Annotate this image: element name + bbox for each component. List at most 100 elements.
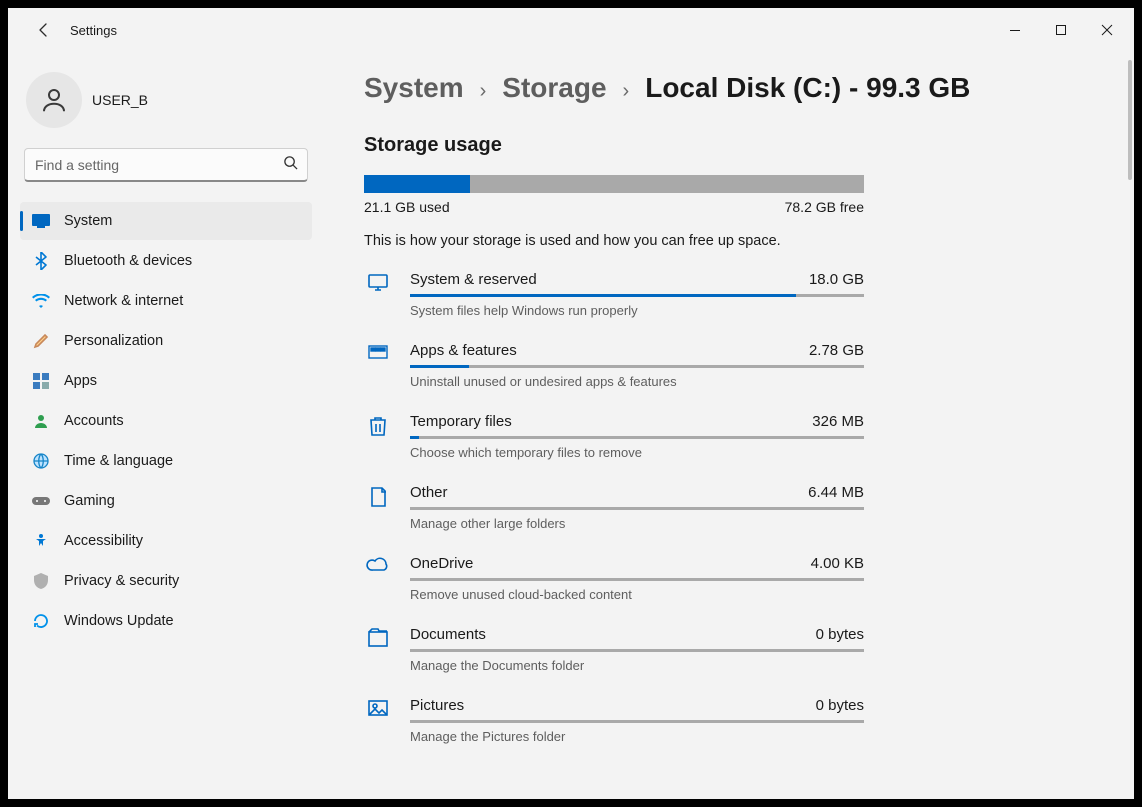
category-title: Pictures bbox=[410, 697, 464, 714]
titlebar: Settings bbox=[8, 8, 1134, 52]
category-head: Pictures 0 bytes bbox=[410, 697, 864, 714]
category-head: Temporary files326 MB bbox=[410, 413, 864, 430]
nav-label: Time & language bbox=[64, 453, 173, 469]
breadcrumb-storage[interactable]: Storage bbox=[502, 72, 606, 104]
nav-system[interactable]: System bbox=[20, 202, 312, 240]
nav-bluetooth[interactable]: Bluetooth & devices bbox=[20, 242, 312, 280]
update-icon bbox=[32, 612, 50, 630]
nav-personalization[interactable]: Personalization bbox=[20, 322, 312, 360]
category-size: 0 bytes bbox=[816, 697, 864, 714]
category-icon bbox=[364, 697, 392, 744]
category-bar bbox=[410, 507, 864, 510]
sidebar: USER_B System bbox=[8, 52, 324, 799]
category-icon bbox=[364, 555, 392, 602]
category-body: OneDrive 4.00 KB Remove unused cloud-backe… bbox=[410, 555, 864, 602]
back-button[interactable] bbox=[32, 18, 56, 42]
storage-hint: This is how your storage is used and how… bbox=[364, 233, 1094, 249]
window-controls bbox=[992, 14, 1130, 46]
close-button[interactable] bbox=[1084, 14, 1130, 46]
category-body: Other 6.44 MB Manage other large folders bbox=[410, 484, 864, 531]
nav-update[interactable]: Windows Update bbox=[20, 602, 312, 640]
settings-window: Settings USER_B bbox=[8, 8, 1134, 799]
nav-accessibility[interactable]: Accessibility bbox=[20, 522, 312, 560]
category-icon bbox=[364, 342, 392, 389]
nav-label: Bluetooth & devices bbox=[64, 253, 192, 269]
category-row[interactable]: System & reserved18.0 GB System files hel… bbox=[364, 271, 864, 318]
category-head: Other 6.44 MB bbox=[410, 484, 864, 501]
nav-gaming[interactable]: Gaming bbox=[20, 482, 312, 520]
nav-label: Network & internet bbox=[64, 293, 183, 309]
category-desc: Manage other large folders bbox=[410, 516, 864, 531]
category-desc: System files help Windows run properly bbox=[410, 303, 864, 318]
nav-network[interactable]: Network & internet bbox=[20, 282, 312, 320]
category-title: Apps & features bbox=[410, 342, 517, 359]
body: USER_B System bbox=[8, 52, 1134, 799]
category-icon bbox=[364, 271, 392, 318]
category-icon bbox=[364, 484, 392, 531]
category-title: OneDrive bbox=[410, 555, 473, 572]
category-bar bbox=[410, 365, 864, 368]
minimize-button[interactable] bbox=[992, 14, 1038, 46]
category-size: 4.00 KB bbox=[811, 555, 864, 572]
category-row[interactable]: Pictures 0 bytes Manage the Pictures folde… bbox=[364, 697, 864, 744]
nav-privacy[interactable]: Privacy & security bbox=[20, 562, 312, 600]
nav-accounts[interactable]: Accounts bbox=[20, 402, 312, 440]
category-desc: Manage the Pictures folder bbox=[410, 729, 864, 744]
category-head: OneDrive 4.00 KB bbox=[410, 555, 864, 572]
content[interactable]: System › Storage › Local Disk (C:) - 99.… bbox=[324, 52, 1134, 799]
avatar bbox=[26, 72, 82, 128]
chevron-right-icon: › bbox=[480, 80, 487, 103]
category-desc: Uninstall unused or undesired apps & fea… bbox=[410, 374, 864, 389]
breadcrumb-system[interactable]: System bbox=[364, 72, 464, 104]
category-head: System & reserved18.0 GB bbox=[410, 271, 864, 288]
category-desc: Manage the Documents folder bbox=[410, 658, 864, 673]
nav-label: Gaming bbox=[64, 493, 115, 509]
maximize-button[interactable] bbox=[1038, 14, 1084, 46]
category-bar bbox=[410, 578, 864, 581]
category-head: Documents0 bytes bbox=[410, 626, 864, 643]
search-box bbox=[24, 148, 308, 182]
category-icon bbox=[364, 413, 392, 460]
storage-bar-fill bbox=[364, 175, 470, 193]
wifi-icon bbox=[32, 292, 50, 310]
category-bar bbox=[410, 294, 864, 297]
apps-icon bbox=[32, 372, 50, 390]
storage-bar-meta: 21.1 GB used 78.2 GB free bbox=[364, 199, 864, 215]
system-icon bbox=[32, 212, 50, 230]
nav-label: Privacy & security bbox=[64, 573, 179, 589]
category-row[interactable]: OneDrive 4.00 KB Remove unused cloud-backe… bbox=[364, 555, 864, 602]
search-input[interactable] bbox=[24, 148, 308, 182]
category-desc: Choose which temporary files to remove bbox=[410, 445, 864, 460]
category-body: Pictures 0 bytes Manage the Pictures folde… bbox=[410, 697, 864, 744]
profile-name: USER_B bbox=[92, 92, 148, 108]
category-title: Other bbox=[410, 484, 448, 501]
category-bar-fill bbox=[410, 365, 469, 368]
category-size: 0 bytes bbox=[816, 626, 864, 643]
gamepad-icon bbox=[32, 492, 50, 510]
nav: System Bluetooth & devices Network & int… bbox=[20, 202, 312, 640]
titlebar-left: Settings bbox=[8, 18, 117, 42]
nav-label: Windows Update bbox=[64, 613, 174, 629]
nav-apps[interactable]: Apps bbox=[20, 362, 312, 400]
category-size: 6.44 MB bbox=[808, 484, 864, 501]
scrollbar[interactable] bbox=[1128, 60, 1132, 180]
category-row[interactable]: Documents0 bytes Manage the Documents fol… bbox=[364, 626, 864, 673]
nav-time-language[interactable]: Time & language bbox=[20, 442, 312, 480]
storage-bar bbox=[364, 175, 864, 193]
category-row[interactable]: Apps & features 2.78 GB Uninstall unused o… bbox=[364, 342, 864, 389]
category-row[interactable]: Temporary files326 MB Choose which tempor… bbox=[364, 413, 864, 460]
category-bar-fill bbox=[410, 436, 419, 439]
category-bar bbox=[410, 720, 864, 723]
category-icon bbox=[364, 626, 392, 673]
category-row[interactable]: Other 6.44 MB Manage other large folders bbox=[364, 484, 864, 531]
nav-label: Apps bbox=[64, 373, 97, 389]
app-title: Settings bbox=[70, 23, 117, 38]
nav-label: Accessibility bbox=[64, 533, 143, 549]
section-title: Storage usage bbox=[364, 134, 1094, 157]
category-desc: Remove unused cloud-backed content bbox=[410, 587, 864, 602]
profile[interactable]: USER_B bbox=[20, 64, 312, 144]
nav-label: Personalization bbox=[64, 333, 163, 349]
category-size: 2.78 GB bbox=[809, 342, 864, 359]
free-label: 78.2 GB free bbox=[785, 199, 864, 215]
accessibility-icon bbox=[32, 532, 50, 550]
